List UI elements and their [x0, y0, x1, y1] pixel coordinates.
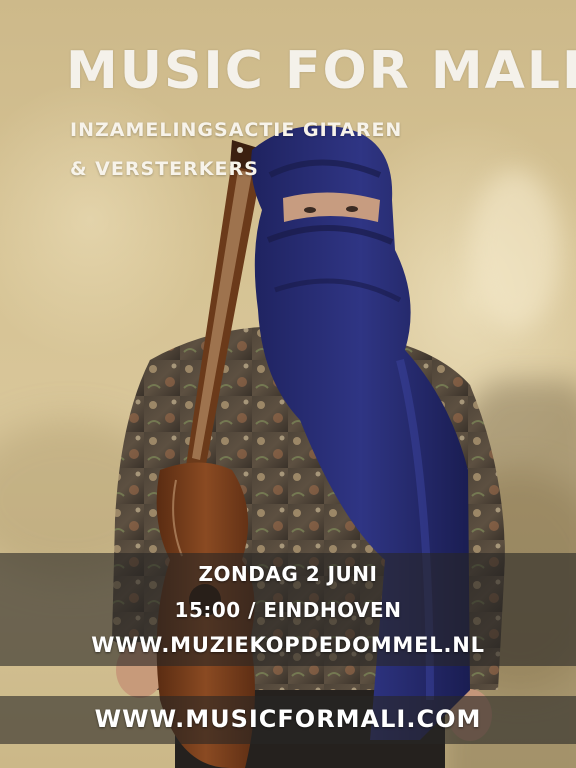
poster: MUSIC FOR MALI INZAMELINGSACTIE GITAREN … — [0, 0, 576, 768]
subtitle-line-1: INZAMELINGSACTIE GITAREN — [70, 119, 403, 141]
event-website-link[interactable]: WWW.MUZIEKOPDEDOMMEL.NL — [0, 631, 576, 659]
event-time-location: 15:00 / EINDHOVEN — [174, 598, 402, 622]
subtitle-line-2: & VERSTERKERS — [70, 158, 259, 180]
poster-title: MUSIC FOR MALI — [66, 41, 576, 101]
footer-website-link[interactable]: WWW.MUSICFORMALI.COM — [0, 703, 576, 735]
event-date: ZONDAG 2 JUNI — [198, 562, 378, 586]
